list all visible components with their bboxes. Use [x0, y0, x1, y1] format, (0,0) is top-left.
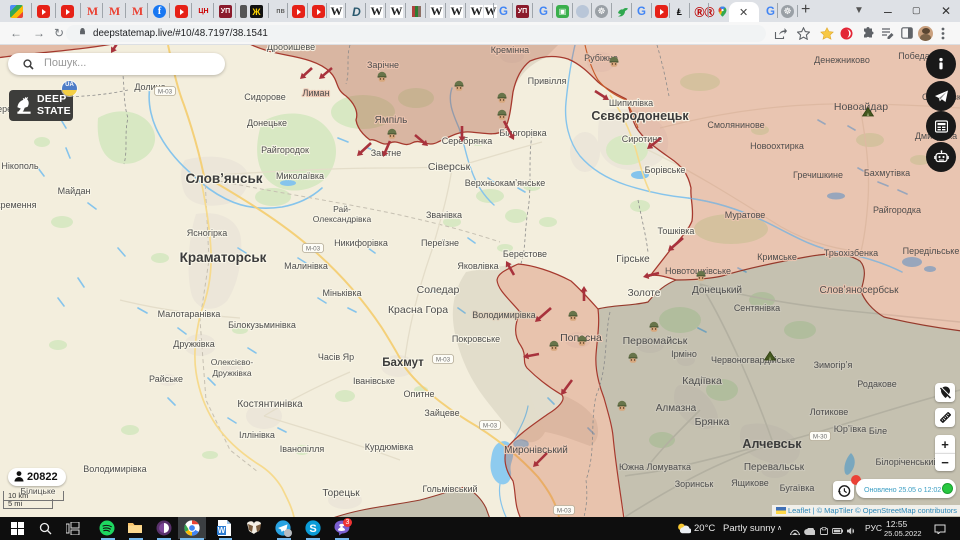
svg-text:S: S: [309, 523, 316, 535]
svg-text:W: W: [218, 526, 226, 535]
